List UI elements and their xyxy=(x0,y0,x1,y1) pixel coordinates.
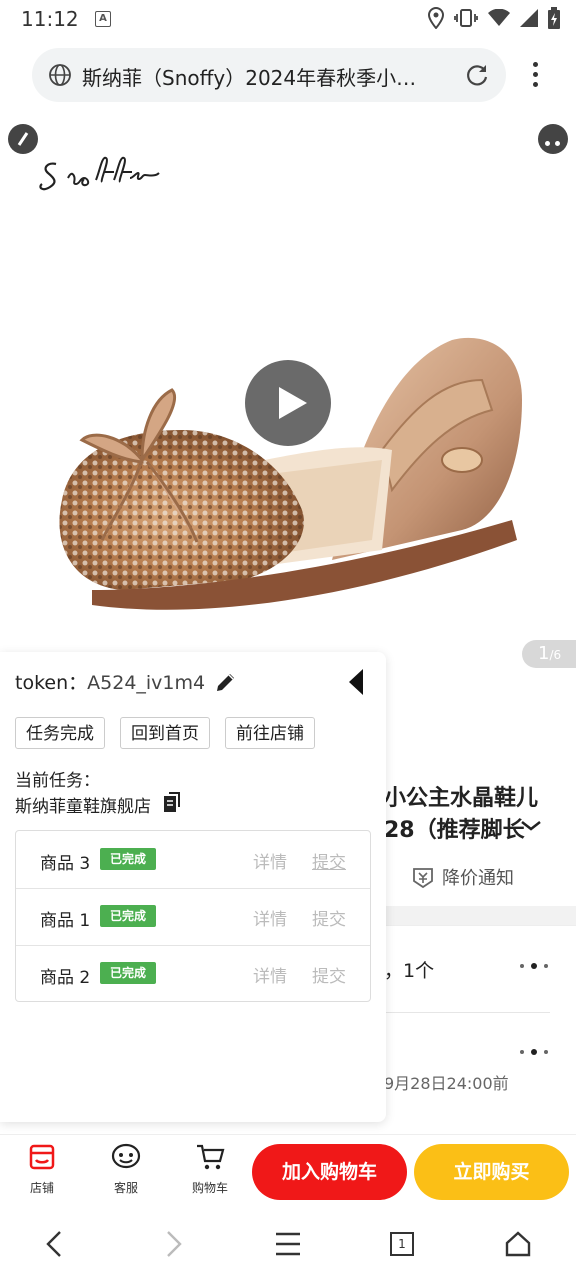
spec-more-icon[interactable] xyxy=(520,962,550,970)
brand-logo xyxy=(39,156,160,191)
task-done-button[interactable]: 任务完成 xyxy=(15,717,105,749)
delivery-text: 9月28日24:00前 xyxy=(384,1074,509,1093)
shop-label: 店铺 xyxy=(29,1181,54,1195)
home-icon[interactable] xyxy=(504,1230,532,1258)
status-icons xyxy=(428,6,560,30)
status-bar: 11:12 A xyxy=(0,0,576,36)
image-page-indicator: 1/6 xyxy=(522,640,576,668)
detail-link[interactable]: 详情 xyxy=(253,962,287,987)
price-tag-icon xyxy=(413,868,433,889)
detail-link[interactable]: 详情 xyxy=(253,848,287,873)
status-time: 11:12 xyxy=(21,7,79,31)
item-name: 商品 3 xyxy=(40,854,91,874)
copy-icon[interactable] xyxy=(163,792,183,814)
price-alert-label: 降价通知 xyxy=(442,868,514,889)
tab-count: 1 xyxy=(398,1237,406,1251)
status-badge: 已完成 xyxy=(100,905,156,927)
shop-button[interactable]: 店铺 xyxy=(14,1143,70,1196)
back-circle-icon[interactable] xyxy=(8,124,38,154)
current-task-caption: 当前任务： xyxy=(15,771,100,791)
status-badge: 已完成 xyxy=(100,848,156,870)
reload-icon[interactable] xyxy=(464,62,490,88)
browser-nav-bar: 1 xyxy=(0,1210,576,1280)
delivery-more-icon[interactable] xyxy=(520,1048,550,1056)
item-name: 商品 2 xyxy=(40,968,91,988)
tabs-button[interactable]: 1 xyxy=(390,1232,414,1256)
forward-icon[interactable] xyxy=(162,1230,184,1258)
buy-now-button[interactable]: 立即购买 xyxy=(414,1144,569,1200)
submit-link[interactable]: 提交 xyxy=(312,848,346,873)
price-alert-button[interactable]: 降价通知 xyxy=(412,864,514,890)
notification-icon: A xyxy=(95,11,111,27)
play-video-button[interactable] xyxy=(245,360,331,446)
edit-icon[interactable] xyxy=(214,670,238,694)
submit-link[interactable]: 提交 xyxy=(312,962,346,987)
cart-label: 购物车 xyxy=(191,1181,228,1195)
cart-icon xyxy=(197,1144,225,1170)
current-task-shop: 斯纳菲童鞋旗舰店 xyxy=(15,797,151,817)
location-icon xyxy=(428,7,444,29)
product-title-line1: 小公主水晶鞋儿 xyxy=(384,786,539,811)
vibrate-icon xyxy=(454,9,478,27)
url-text[interactable]: 斯纳菲（Snoffy）2024年春秋季小… xyxy=(82,62,454,91)
divider xyxy=(384,1012,550,1013)
submit-link[interactable]: 提交 xyxy=(312,905,346,930)
signal-icon xyxy=(520,9,538,27)
battery-icon xyxy=(548,7,560,29)
item-name: 商品 1 xyxy=(40,911,91,931)
detail-link[interactable]: 详情 xyxy=(253,905,287,930)
token-row: token：A524_iv1m4 xyxy=(15,668,205,695)
back-home-button[interactable]: 回到首页 xyxy=(120,717,210,749)
go-shop-button[interactable]: 前往店铺 xyxy=(225,717,315,749)
page-total: /6 xyxy=(549,648,562,662)
more-circle-icon[interactable] xyxy=(538,124,568,154)
action-bar: 店铺 客服 购物车 加入购物车 立即购买 xyxy=(0,1134,576,1211)
shop-icon xyxy=(29,1144,55,1170)
table-row: 商品 2 已完成 详情 提交 xyxy=(16,945,370,1002)
customer-service-label: 客服 xyxy=(113,1181,138,1195)
token-label: token： xyxy=(15,672,88,694)
status-badge: 已完成 xyxy=(100,962,156,984)
back-icon[interactable] xyxy=(44,1230,66,1258)
wifi-icon xyxy=(488,9,510,26)
section-divider xyxy=(384,906,576,926)
token-value: A524_iv1m4 xyxy=(87,672,206,694)
cart-button[interactable]: 购物车 xyxy=(182,1143,238,1196)
collapse-panel-icon[interactable] xyxy=(347,668,365,696)
product-title-line2: 28（推荐脚长 xyxy=(384,818,525,843)
address-bar[interactable]: 斯纳菲（Snoffy）2024年春秋季小… xyxy=(32,48,506,102)
more-vert-icon[interactable] xyxy=(522,60,550,90)
customer-service-button[interactable]: 客服 xyxy=(98,1143,154,1196)
add-to-cart-button[interactable]: 加入购物车 xyxy=(252,1144,407,1200)
page-current: 1 xyxy=(538,643,550,664)
play-icon xyxy=(279,387,307,419)
table-row: 商品 1 已完成 详情 提交 xyxy=(16,888,370,946)
globe-icon xyxy=(49,64,71,86)
spec-text[interactable]: ，1个 xyxy=(384,956,434,983)
menu-icon[interactable] xyxy=(274,1230,302,1258)
task-panel: token：A524_iv1m4 任务完成 回到首页 前往店铺 当前任务： 斯纳… xyxy=(0,652,386,1122)
table-row: 商品 3 已完成 详情 提交 xyxy=(16,831,370,889)
task-item-table: 商品 3 已完成 详情 提交 商品 1 已完成 详情 提交 商品 2 已完成 详… xyxy=(15,830,371,1002)
customer-service-icon xyxy=(111,1143,141,1169)
chevron-down-icon xyxy=(521,821,541,831)
